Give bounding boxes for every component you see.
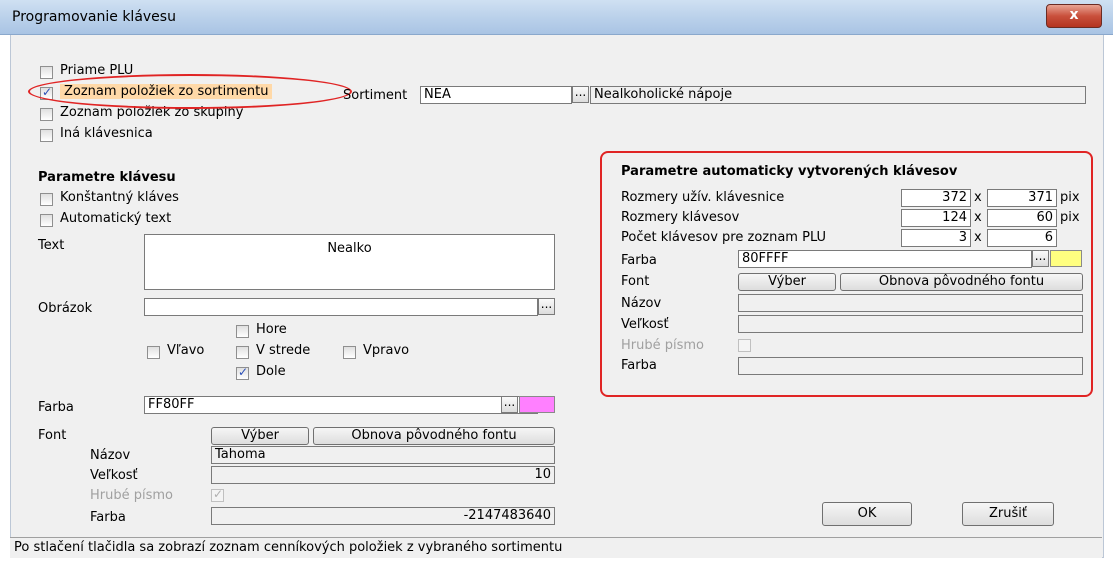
- key-color-browse-button[interactable]: ...: [501, 396, 518, 413]
- font-restore-button[interactable]: Obnova pôvodného fontu: [313, 427, 555, 445]
- font-bold-checkbox: [211, 487, 224, 502]
- auto-row-label: Rozmery užív. klávesnice: [621, 190, 785, 205]
- plu-cols-field[interactable]: 3: [901, 229, 971, 247]
- konstantny-checkbox[interactable]: [40, 193, 53, 206]
- font-size-field: 10: [211, 466, 555, 484]
- key-color-label: Farba: [38, 400, 74, 415]
- auto-color-field[interactable]: 80FFFF: [738, 250, 1032, 268]
- font-color-field: -2147483640: [211, 507, 555, 525]
- auto-color-browse-button[interactable]: ...: [1032, 250, 1049, 267]
- times-sign: x: [974, 190, 982, 205]
- auto-color-label: Farba: [621, 253, 657, 268]
- image-path-field[interactable]: [144, 298, 538, 316]
- konstantny-label: Konštantný kláves: [60, 190, 179, 205]
- pos-vstrede-label: V strede: [256, 343, 311, 358]
- pos-hore-checkbox[interactable]: [236, 325, 249, 338]
- font-select-button[interactable]: Výber: [211, 427, 309, 445]
- pos-dole-checkbox[interactable]: [236, 365, 249, 380]
- auto-font-bold-label: Hrubé písmo: [621, 338, 704, 353]
- auto-font-name-field: [738, 294, 1083, 312]
- image-label: Obrázok: [38, 301, 93, 316]
- option-zoznam-skupina-checkbox[interactable]: [40, 108, 53, 121]
- auto-font-size-field: [738, 315, 1083, 333]
- sortiment-code-field[interactable]: NEA: [420, 86, 572, 104]
- auto-font-bold-checkbox: [738, 339, 751, 352]
- sortiment-name-field: Nealkoholické nápoje: [590, 86, 1086, 104]
- font-label: Font: [38, 428, 67, 443]
- font-color-label: Farba: [90, 510, 126, 525]
- auto-text-label: Automatický text: [60, 211, 172, 226]
- cancel-button[interactable]: Zrušiť: [962, 502, 1054, 526]
- unit-label: pix: [1060, 190, 1080, 205]
- font-size-label: Veľkosť: [90, 468, 138, 483]
- pos-hore-label: Hore: [256, 322, 287, 337]
- pos-vlavo-checkbox[interactable]: [147, 346, 160, 359]
- auto-row-label: Rozmery klávesov: [621, 210, 740, 225]
- auto-font-name-label: Názov: [621, 296, 662, 311]
- status-text: Po stlačení tlačidla sa zobrazí zoznam c…: [14, 540, 563, 555]
- keyboard-height-field[interactable]: 371: [987, 189, 1057, 207]
- pos-vstrede-checkbox[interactable]: [236, 346, 249, 359]
- pos-dole-label: Dole: [256, 364, 286, 379]
- auto-font-color-field: [738, 357, 1083, 375]
- close-button[interactable]: x: [1046, 4, 1102, 28]
- pos-vpravo-label: Vpravo: [363, 343, 410, 358]
- pos-vpravo-checkbox[interactable]: [343, 346, 356, 359]
- auto-font-label: Font: [621, 274, 650, 289]
- auto-params-heading: Parametre automaticky vytvorených kláves…: [621, 164, 958, 179]
- pos-vlavo-label: Vľavo: [167, 343, 205, 358]
- auto-row-label: Počet klávesov pre zoznam PLU: [621, 230, 827, 245]
- ok-button[interactable]: OK: [822, 502, 912, 526]
- sortiment-label: Sortiment: [343, 88, 408, 103]
- auto-font-size-label: Veľkosť: [621, 317, 669, 332]
- option-priame-plu-checkbox[interactable]: [40, 66, 53, 79]
- option-ina-klavesnica-label: Iná klávesnica: [60, 126, 153, 141]
- text-label: Text: [38, 238, 65, 253]
- times-sign: x: [974, 230, 982, 245]
- font-bold-label: Hrubé písmo: [90, 488, 173, 503]
- auto-text-checkbox[interactable]: [40, 214, 53, 227]
- key-color-swatch: [519, 396, 555, 413]
- font-name-label: Názov: [90, 448, 131, 463]
- highlight-ellipse: [28, 74, 352, 109]
- auto-font-select-button[interactable]: Výber: [738, 273, 836, 291]
- times-sign: x: [974, 210, 982, 225]
- font-name-field: Tahoma: [211, 446, 555, 464]
- key-color-field[interactable]: FF80FF: [144, 396, 538, 414]
- key-params-heading: Parametre klávesu: [38, 170, 176, 185]
- plu-rows-field[interactable]: 6: [987, 229, 1057, 247]
- window-title: Programovanie klávesu: [12, 9, 176, 25]
- key-height-field[interactable]: 60: [987, 209, 1057, 227]
- unit-label: pix: [1060, 210, 1080, 225]
- auto-font-restore-button[interactable]: Obnova pôvodného fontu: [840, 273, 1083, 291]
- image-browse-button[interactable]: ...: [538, 298, 555, 315]
- option-ina-klavesnica-checkbox[interactable]: [40, 129, 53, 142]
- key-width-field[interactable]: 124: [901, 209, 971, 227]
- keyboard-width-field[interactable]: 372: [901, 189, 971, 207]
- auto-color-swatch: [1050, 250, 1082, 267]
- auto-font-color-label: Farba: [621, 358, 657, 373]
- sortiment-browse-button[interactable]: ...: [572, 86, 589, 103]
- key-text-area[interactable]: Nealko: [144, 234, 555, 290]
